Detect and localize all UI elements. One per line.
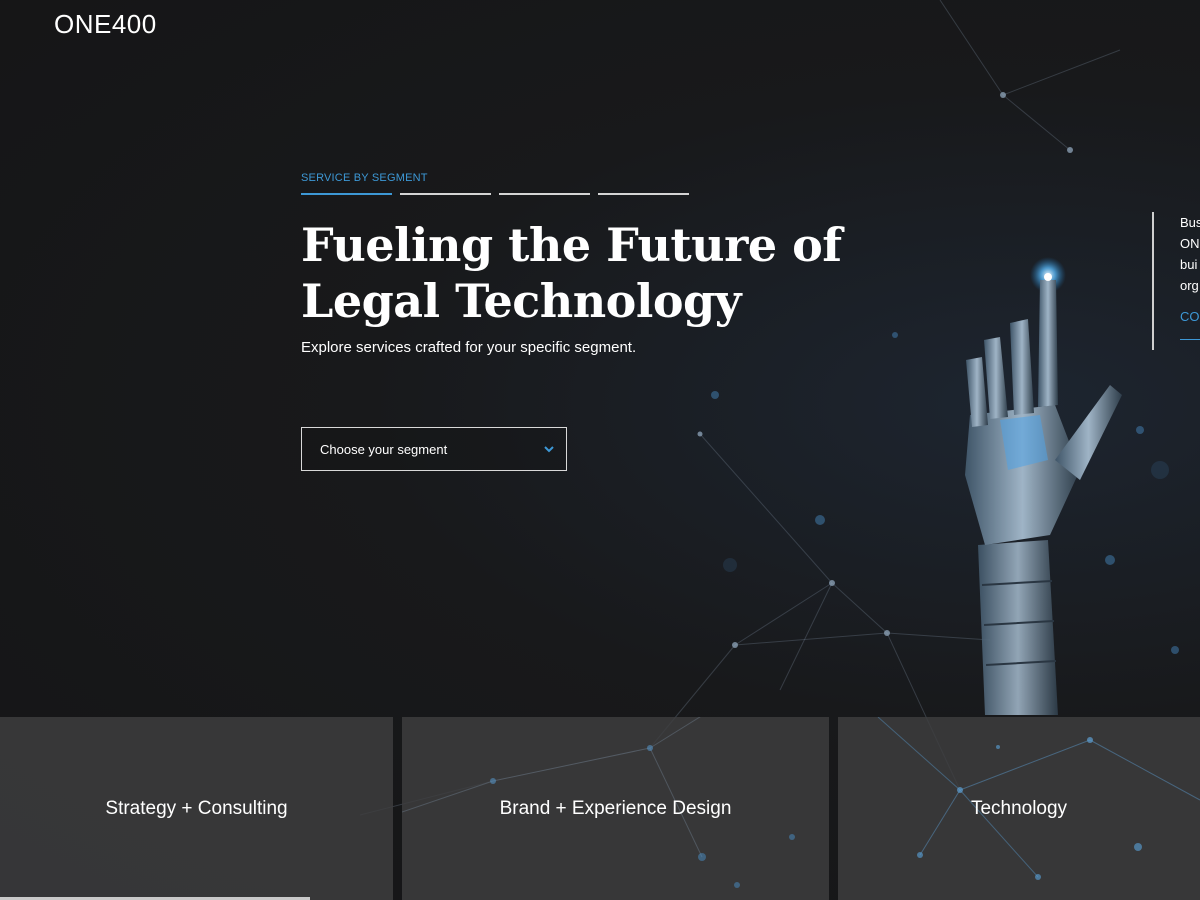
hero-headline: Fueling the Future of Legal Technology: [301, 218, 842, 328]
service-tile-label: Technology: [970, 797, 1068, 819]
page: ONE400 SERVICE BY SEGMENT Fueling the Fu…: [0, 0, 1200, 900]
side-card-line: ON: [1180, 236, 1200, 251]
services-tiles: Strategy + Consulting Brand + Experience…: [0, 717, 1200, 900]
tab-indicator-1[interactable]: [301, 193, 392, 195]
tab-indicator-2[interactable]: [400, 193, 491, 195]
side-card-line: Bus: [1180, 215, 1200, 230]
segment-tabs: [301, 193, 1001, 195]
service-tile-strategy[interactable]: Strategy + Consulting: [0, 717, 393, 900]
side-card-line: org: [1180, 278, 1199, 293]
brand-logo[interactable]: ONE400: [54, 9, 157, 40]
service-tile-brand[interactable]: Brand + Experience Design: [402, 717, 829, 900]
segment-select[interactable]: Choose your segment: [301, 427, 567, 471]
chevron-down-icon: [544, 446, 554, 453]
hero-section: SERVICE BY SEGMENT Fueling the Future of…: [301, 172, 1001, 471]
tab-indicator-4[interactable]: [598, 193, 689, 195]
service-tile-label: Strategy + Consulting: [105, 797, 288, 819]
side-card-line: bui: [1180, 257, 1198, 272]
service-tile-technology[interactable]: Technology: [838, 717, 1200, 900]
hero-subhead: Explore services crafted for your specif…: [301, 339, 637, 356]
tab-indicator-3[interactable]: [499, 193, 590, 195]
segment-select-label: Choose your segment: [320, 441, 448, 457]
side-card: Bus ON bui org CO: [1152, 212, 1200, 350]
side-card-cta-underline: [1180, 339, 1200, 340]
side-card-cta-link[interactable]: CO: [1180, 306, 1200, 327]
hero-eyebrow: SERVICE BY SEGMENT: [301, 172, 428, 184]
service-tile-label: Brand + Experience Design: [499, 797, 732, 819]
